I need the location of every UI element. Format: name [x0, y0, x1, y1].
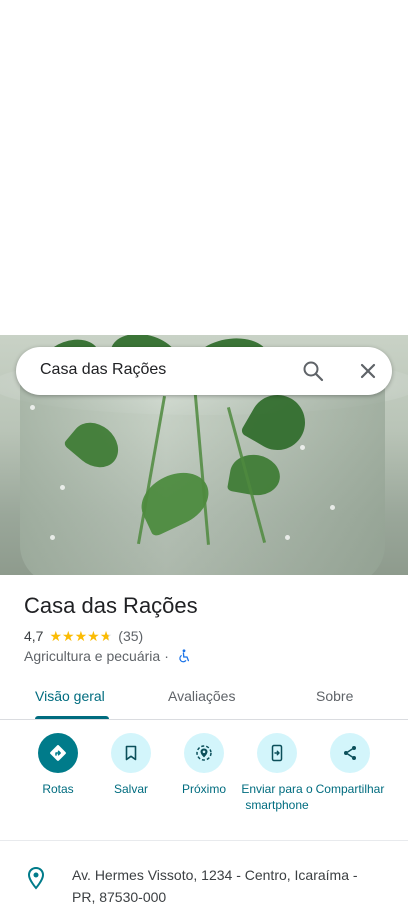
star-icon: ★: [74, 628, 88, 644]
place-title: Casa das Rações: [24, 593, 198, 618]
star-icon: ★: [62, 628, 75, 644]
tab-about[interactable]: Sobre: [316, 688, 353, 704]
nearby-button[interactable]: Próximo: [164, 733, 244, 797]
wheelchair-accessible-icon: [179, 649, 189, 663]
search-bar[interactable]: Casa das Rações: [16, 347, 392, 395]
tab-bar: Visão geral Avaliações Sobre: [0, 676, 408, 720]
location-pin-icon: [27, 866, 45, 890]
tab-reviews[interactable]: Avaliações: [168, 688, 235, 704]
search-icon[interactable]: [301, 359, 325, 383]
category-separator: ·: [164, 648, 169, 664]
send-to-phone-button[interactable]: Enviar para o smartphone: [237, 733, 317, 813]
send-to-phone-icon[interactable]: [257, 733, 297, 773]
save-button[interactable]: Salvar: [91, 733, 171, 797]
section-divider: [0, 840, 408, 841]
save-label: Salvar: [113, 782, 148, 796]
water-drop: [30, 405, 35, 410]
water-drop: [285, 535, 290, 540]
share-icon[interactable]: [330, 733, 370, 773]
place-category[interactable]: Agricultura e pecuária: [24, 648, 160, 664]
close-icon[interactable]: [356, 359, 380, 383]
nearby-icon[interactable]: [184, 733, 224, 773]
water-drop: [60, 485, 65, 490]
star-icon: ★: [87, 628, 100, 644]
reviews-count[interactable]: (35): [118, 628, 143, 644]
active-tab-indicator: [35, 716, 109, 719]
rating-stars: ★ ★ ★ ★ ★: [49, 629, 112, 643]
water-drop: [330, 505, 335, 510]
share-button[interactable]: Compartilhar: [310, 733, 390, 797]
nearby-label: Próximo: [181, 782, 226, 796]
directions-button[interactable]: Rotas: [18, 733, 98, 797]
search-input[interactable]: Casa das Rações: [40, 361, 166, 379]
rating-value: 4,7: [24, 628, 44, 644]
send-to-phone-label: Enviar para o smartphone: [241, 782, 313, 812]
address-row[interactable]: Av. Hermes Vissoto, 1234 - Centro, Icara…: [0, 860, 408, 910]
address-text[interactable]: Av. Hermes Vissoto, 1234 - Centro, Icara…: [72, 864, 382, 908]
water-drop: [50, 535, 55, 540]
rating-row[interactable]: 4,7 ★ ★ ★ ★ ★ (35): [24, 627, 143, 645]
category-row: Agricultura e pecuária ·: [24, 648, 191, 664]
water-drop: [300, 445, 305, 450]
bookmark-icon[interactable]: [111, 733, 151, 773]
directions-icon[interactable]: [38, 733, 78, 773]
directions-label: Rotas: [42, 782, 74, 796]
star-icon: ★: [49, 628, 63, 644]
action-buttons: Rotas Salvar Próximo Enviar para o smart…: [0, 733, 408, 841]
tab-overview[interactable]: Visão geral: [35, 688, 105, 704]
map-area[interactable]: [0, 0, 408, 335]
share-label: Compartilhar: [315, 782, 385, 796]
star-half-icon: ★: [99, 628, 113, 644]
